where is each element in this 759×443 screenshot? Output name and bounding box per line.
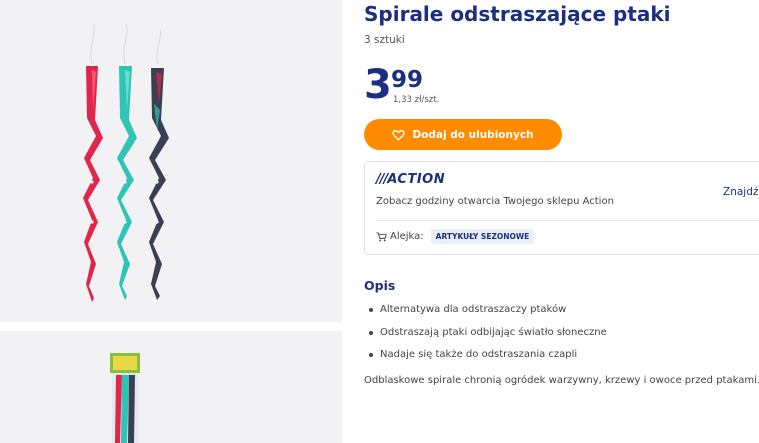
aisle-label: Alejka: [390, 231, 424, 242]
action-logo: ///ACTION [376, 172, 446, 187]
heart-icon [392, 129, 406, 141]
product-quantity: 3 sztuki [364, 34, 405, 46]
aisle-badge[interactable]: ARTYKUŁY SEZONOWE [430, 229, 535, 244]
store-hours-link[interactable]: Zobacz godziny otwarcia Twojego sklepu A… [376, 196, 614, 207]
description-bullets: Alternatywa dla odstraszaczy ptaków Odst… [364, 303, 607, 371]
add-to-favorites-label: Dodaj do ulubionych [412, 128, 534, 141]
product-title: Spirale odstraszające ptaki [364, 2, 671, 26]
red-spiral [83, 66, 103, 302]
teal-spiral [117, 66, 137, 300]
product-image-packaging[interactable] [0, 331, 342, 443]
find-store-link[interactable]: Znajdź [723, 186, 758, 198]
aisle-info: Alejka: ARTYKUŁY SEZONOWE [376, 229, 535, 244]
dark-spiral [149, 68, 169, 300]
description-text: Odblaskowe spirale chronią ogródek warzy… [364, 375, 759, 386]
bullet-item: Nadaje się także do odstraszania czapli [364, 348, 607, 371]
add-to-favorites-button[interactable]: Dodaj do ulubionych [364, 119, 562, 150]
product-image-main[interactable] [0, 0, 342, 322]
price-integer: 3 [364, 62, 392, 108]
product-gallery [0, 0, 342, 443]
description-heading: Opis [364, 278, 396, 293]
unit-price: 1,33 zł/szt. [393, 95, 440, 105]
cart-icon [376, 231, 387, 241]
store-info-card: ///ACTION Znajdź Zobacz godziny otwarcia… [364, 161, 759, 255]
price-decimal: 99 [391, 67, 424, 93]
bullet-item: Alternatywa dla odstraszaczy ptaków [364, 303, 607, 326]
bullet-item: Odstraszają ptaki odbijając światło słon… [364, 326, 607, 349]
divider [376, 220, 759, 221]
